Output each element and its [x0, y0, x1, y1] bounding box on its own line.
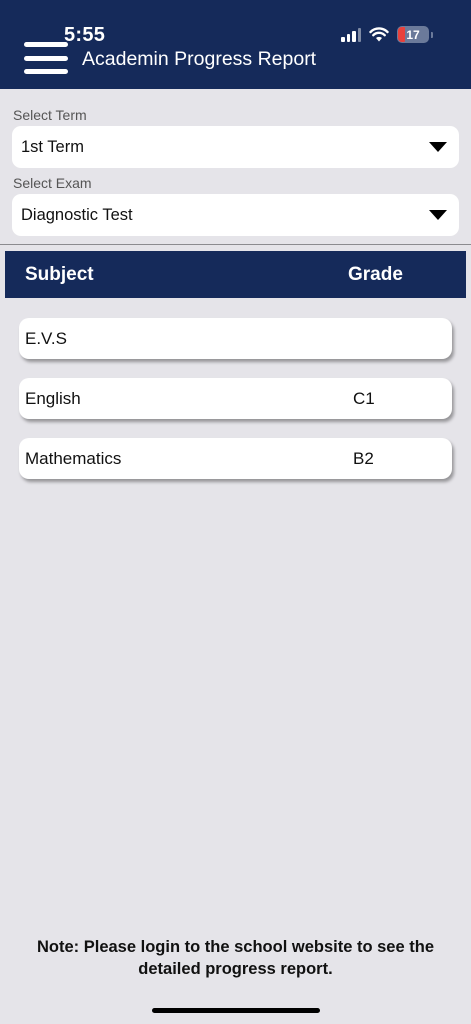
term-select[interactable]: 1st Term [12, 126, 459, 168]
chevron-down-icon [429, 210, 447, 220]
cellular-signal-icon [341, 27, 361, 42]
battery-level: 17 [406, 27, 420, 42]
exam-value: Diagnostic Test [21, 205, 133, 224]
status-icons: 17 [341, 26, 433, 43]
row-grade: B2 [353, 449, 374, 468]
footer-note: Note: Please login to the school website… [37, 938, 434, 978]
column-header-grade: Grade [348, 264, 403, 285]
exam-select[interactable]: Diagnostic Test [12, 194, 459, 236]
row-subject: Mathematics [25, 449, 122, 468]
chevron-down-icon [429, 142, 447, 152]
app-header: 5:55 17 Academin Progress Report [0, 0, 471, 89]
table-row[interactable]: English C1 [19, 378, 452, 419]
status-time: 5:55 [64, 24, 106, 46]
battery-tip [431, 31, 433, 38]
wifi-icon [369, 27, 389, 42]
table-header: Subject Grade [5, 251, 466, 298]
divider [0, 244, 471, 245]
row-subject: E.V.S [25, 329, 67, 348]
column-header-subject: Subject [25, 264, 94, 285]
battery-icon: 17 [397, 26, 429, 43]
term-value: 1st Term [21, 137, 84, 156]
home-indicator[interactable] [152, 1008, 320, 1013]
exam-label: Select Exam [13, 175, 92, 191]
term-label: Select Term [13, 107, 87, 123]
table-row[interactable]: E.V.S [19, 318, 452, 359]
row-grade: C1 [353, 389, 375, 408]
hamburger-menu-icon[interactable] [24, 42, 68, 74]
page-title: Academin Progress Report [82, 48, 317, 70]
table-row[interactable]: Mathematics B2 [19, 438, 452, 479]
row-subject: English [25, 389, 81, 408]
